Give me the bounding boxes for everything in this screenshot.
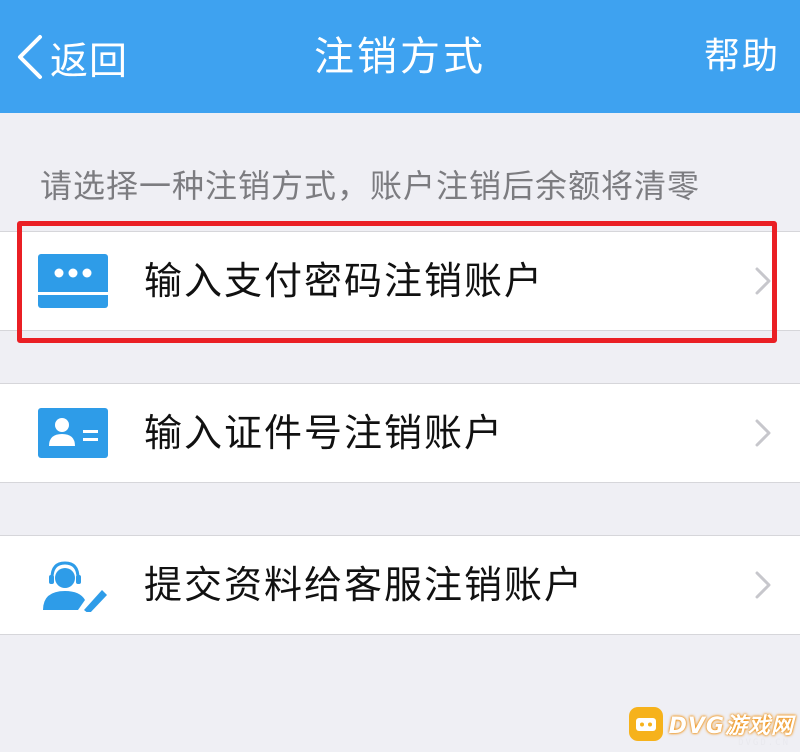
- chevron-right-icon: [755, 267, 771, 295]
- option-payment-password[interactable]: 输入支付密码注销账户: [0, 231, 800, 331]
- watermark-text: DVG游戏网: [668, 714, 794, 739]
- gamepad-logo-icon: [628, 707, 663, 741]
- instruction-text: 请选择一种注销方式，账户注销后余额将清零: [40, 167, 701, 205]
- option-label: 输入支付密码注销账户: [144, 259, 545, 303]
- chevron-right-icon: [755, 419, 771, 447]
- option-customer-service[interactable]: 提交资料给客服注销账户: [0, 535, 800, 635]
- watermark-subtext: DVGD.CN: [738, 738, 790, 748]
- nav-bar: 返回 注销方式 帮助: [0, 0, 800, 113]
- chevron-right-icon: [755, 571, 771, 599]
- option-label: 提交资料给客服注销账户: [144, 563, 585, 607]
- password-card-icon: [38, 254, 108, 308]
- option-id-number[interactable]: 输入证件号注销账户: [0, 383, 800, 483]
- watermark: DVG游戏网 DVGD.CN: [628, 702, 794, 748]
- customer-service-icon: [43, 561, 107, 612]
- page-title: 注销方式: [314, 34, 486, 80]
- id-card-icon: [38, 408, 108, 458]
- help-button[interactable]: 帮助: [704, 30, 780, 84]
- option-label: 输入证件号注销账户: [144, 411, 505, 455]
